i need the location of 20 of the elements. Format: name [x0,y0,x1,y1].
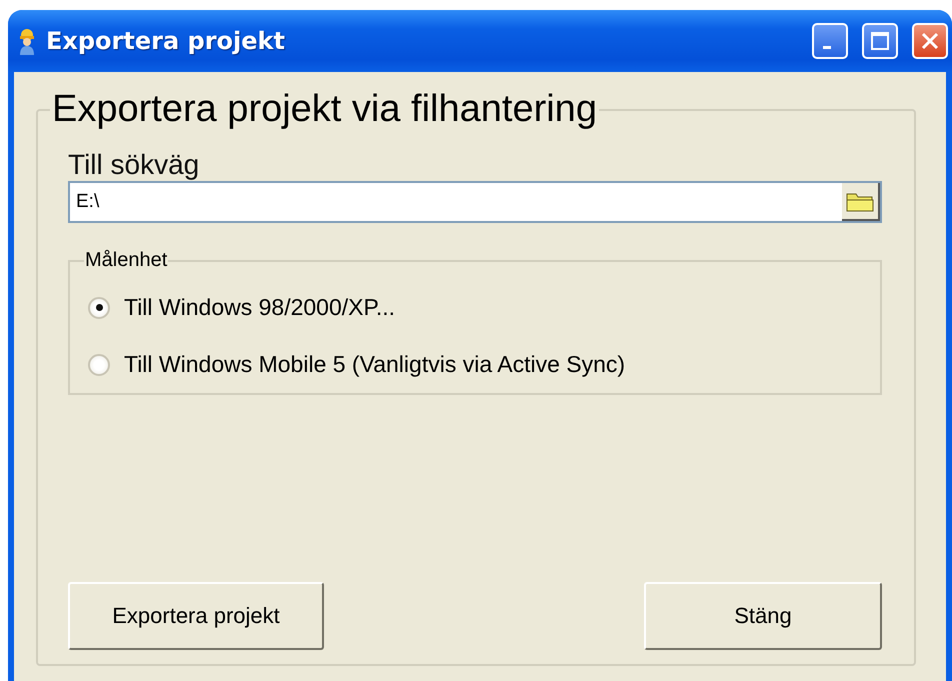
close-dialog-button[interactable]: Stäng [644,582,882,650]
close-button[interactable] [912,23,948,59]
minimize-button[interactable] [812,23,848,59]
minimize-icon [823,46,831,48]
option-label: Till Windows 98/2000/XP... [124,294,396,321]
export-button[interactable]: Exportera projekt [68,582,324,650]
radio-button[interactable] [88,296,110,318]
maximize-icon [870,31,890,51]
path-input[interactable]: E:\ [74,190,842,214]
path-label: Till sökväg [68,149,200,181]
target-title: Målenhet [84,249,168,272]
worker-icon [18,27,36,55]
group-title: Exportera projekt via filhantering [51,88,598,131]
window-title: Exportera projekt [46,27,286,55]
maximize-button[interactable] [862,23,898,59]
close-icon [920,31,940,51]
path-field[interactable]: E:\ [68,181,882,223]
browse-button[interactable] [842,183,880,221]
radio-button[interactable] [88,354,110,376]
option-label: Till Windows Mobile 5 (Vanligtvis via Active Sync) [124,351,626,378]
